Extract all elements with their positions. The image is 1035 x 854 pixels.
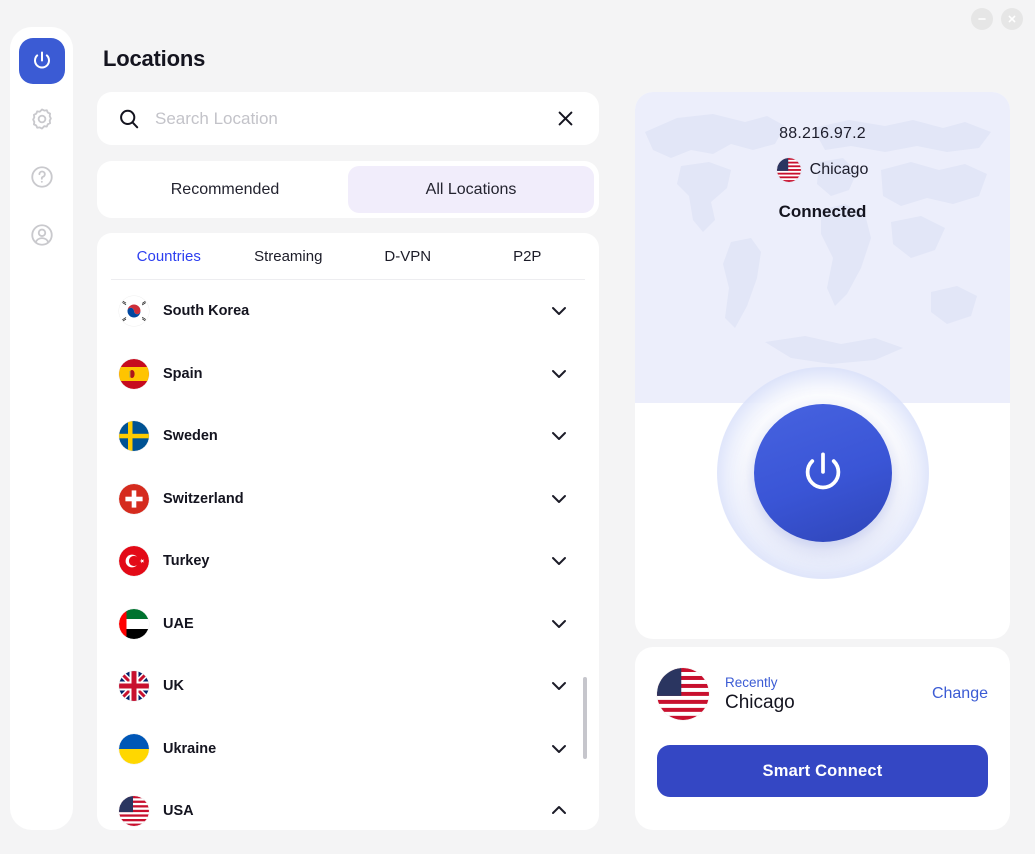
flag-es-icon	[119, 358, 149, 389]
change-location-link[interactable]: Change	[932, 685, 988, 703]
recent-city: Chicago	[725, 691, 795, 713]
clear-search-button[interactable]	[552, 105, 579, 132]
flag-tr-icon	[119, 546, 149, 577]
minimize-icon	[978, 18, 986, 20]
view-toggle-group: Recommended All Locations	[97, 161, 599, 218]
connection-card: 88.216.97.2 Chicago Connected	[635, 92, 1010, 639]
sidebar	[10, 27, 73, 830]
country-name: USA	[163, 803, 194, 820]
country-row[interactable]: Spain	[97, 343, 599, 406]
country-row[interactable]: Turkey	[97, 530, 599, 593]
power-icon	[805, 452, 840, 490]
flag-kr-icon	[119, 296, 149, 327]
flag-us-icon	[657, 668, 709, 720]
sidebar-item-help[interactable]	[19, 154, 65, 200]
tab-dvpn[interactable]: D-VPN	[348, 248, 468, 265]
close-icon	[1008, 15, 1016, 23]
connected-location: Chicago	[776, 158, 869, 182]
country-name: Sweden	[163, 428, 218, 445]
flag-ua-icon	[119, 733, 149, 764]
locations-list-card: Countries Streaming D-VPN P2P South Kore…	[97, 233, 599, 830]
toggle-recommended-label: Recommended	[170, 180, 280, 198]
power-button-area	[716, 367, 929, 579]
flag-ch-icon	[119, 483, 149, 514]
country-name: South Korea	[163, 303, 250, 320]
country-row[interactable]: Ukraine	[97, 718, 599, 781]
country-row[interactable]: Switzerland	[97, 468, 599, 531]
list-scrollbar-track	[583, 280, 587, 830]
chevron-down-icon[interactable]	[549, 364, 569, 384]
user-icon	[30, 224, 53, 246]
sidebar-item-settings[interactable]	[19, 96, 65, 142]
tab-dvpn-label: D-VPN	[384, 247, 432, 265]
country-row[interactable]: South Korea	[97, 280, 599, 343]
toggle-all-locations[interactable]: All Locations	[348, 166, 594, 213]
chevron-down-icon[interactable]	[549, 739, 569, 759]
country-row[interactable]: UK	[97, 655, 599, 718]
sidebar-item-account[interactable]	[19, 212, 65, 258]
vpn-app-window: Locations Recommended All Locations	[0, 0, 1035, 854]
country-row[interactable]: UAE	[97, 593, 599, 656]
help-icon	[30, 166, 53, 188]
toggle-recommended[interactable]: Recommended	[102, 166, 348, 213]
country-name: Ukraine	[163, 740, 217, 757]
connection-status: Connected	[778, 202, 867, 221]
recent-location-card: Recently Chicago Change Smart Connect	[635, 647, 1010, 830]
search-icon	[117, 107, 141, 131]
search-bar	[97, 92, 599, 145]
tab-p2p-label: P2P	[513, 247, 542, 265]
ip-address: 88.216.97.2	[779, 125, 866, 142]
connection-info: 88.216.97.2 Chicago Connected	[635, 92, 1010, 222]
country-name: Turkey	[163, 553, 210, 570]
recent-label: Recently	[725, 674, 778, 690]
power-icon	[33, 51, 50, 69]
window-controls	[971, 8, 1023, 30]
chevron-down-icon[interactable]	[549, 489, 569, 509]
chevron-down-icon[interactable]	[549, 676, 569, 696]
recent-location-row: Recently Chicago Change	[657, 666, 988, 722]
country-name: UK	[163, 678, 184, 695]
country-row[interactable]: USA	[97, 780, 599, 830]
flag-us-icon	[776, 158, 801, 182]
list-scrollbar-thumb[interactable]	[583, 677, 587, 759]
page-title: Locations	[103, 46, 206, 71]
country-name: UAE	[163, 615, 194, 632]
chevron-down-icon[interactable]	[549, 614, 569, 634]
toggle-all-locations-label: All Locations	[425, 180, 517, 198]
gear-icon	[31, 108, 52, 130]
country-name: Spain	[163, 365, 203, 382]
category-tabs: Countries Streaming D-VPN P2P	[97, 233, 599, 279]
minimize-button[interactable]	[971, 8, 993, 30]
recent-location-texts: Recently Chicago	[725, 675, 932, 714]
country-name: Switzerland	[163, 490, 244, 507]
flag-se-icon	[119, 421, 149, 452]
tab-countries-label: Countries	[136, 247, 201, 265]
tab-streaming-label: Streaming	[254, 247, 323, 265]
close-button[interactable]	[1001, 8, 1023, 30]
chevron-down-icon[interactable]	[549, 301, 569, 321]
sidebar-item-vpn-power[interactable]	[18, 38, 65, 84]
chevron-down-icon[interactable]	[549, 426, 569, 446]
tab-countries[interactable]: Countries	[109, 248, 229, 265]
tab-streaming[interactable]: Streaming	[229, 248, 349, 265]
flag-gb-icon	[119, 671, 149, 702]
flag-us-icon	[119, 796, 149, 827]
connected-location-name: Chicago	[809, 161, 869, 178]
chevron-up-icon[interactable]	[549, 801, 569, 821]
smart-connect-button[interactable]: Smart Connect	[657, 745, 988, 797]
country-list: South Korea Spain Sweden Switzerland Turkey U…	[97, 280, 599, 830]
tab-p2p[interactable]: P2P	[468, 248, 588, 265]
close-icon	[558, 111, 573, 126]
search-input[interactable]	[155, 108, 552, 129]
flag-ae-icon	[119, 608, 149, 639]
chevron-down-icon[interactable]	[549, 551, 569, 571]
country-row[interactable]: Sweden	[97, 405, 599, 468]
power-toggle-button[interactable]	[753, 404, 892, 542]
